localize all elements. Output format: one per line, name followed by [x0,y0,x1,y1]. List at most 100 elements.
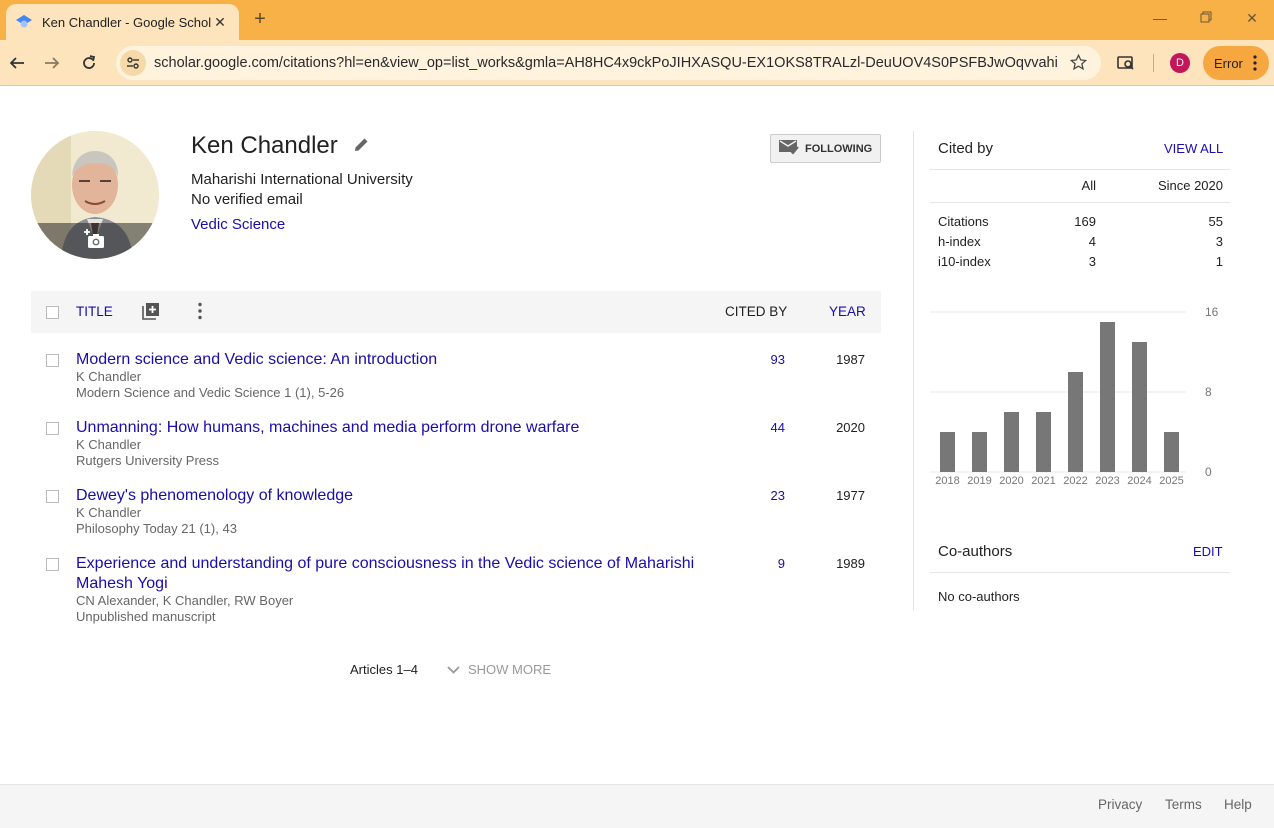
chart-y-tick-label: 16 [1205,305,1219,319]
profile-name: Ken Chandler [191,132,338,159]
close-window-icon[interactable]: ✕ [1242,10,1262,27]
sort-by-year[interactable]: YEAR [829,304,866,319]
chevron-down-icon [447,665,460,674]
article-year: 1977 [836,488,865,503]
coauthors-title: Co-authors [938,543,1013,560]
row-checkbox[interactable] [46,354,59,367]
row-checkbox[interactable] [46,422,59,435]
profile-interest-link[interactable]: Vedic Science [191,216,285,233]
profile-email: No verified email [191,191,303,208]
chart-bar-2022[interactable] [1068,372,1083,472]
edit-profile-pencil-icon[interactable] [354,137,369,157]
column-divider [913,131,914,611]
stats-col-all: All [1081,178,1096,193]
footer-help-link[interactable]: Help [1224,797,1252,812]
add-photo-camera-icon [84,229,106,254]
cited-by-count-link[interactable]: 93 [731,352,785,367]
chart-x-tick-label: 2022 [1063,475,1087,487]
divider [930,202,1230,203]
profile-avatar[interactable]: D [1170,53,1190,73]
stat-all-value: 4 [1088,234,1096,249]
following-button[interactable]: FOLLOWING [770,134,881,163]
page-footer: Privacy Terms Help [0,784,1274,828]
stat-since-value: 1 [1215,254,1223,269]
bookmark-star-icon[interactable] [1069,53,1088,76]
articles-count: Articles 1–4 [350,662,418,677]
footer-terms-link[interactable]: Terms [1165,797,1202,812]
row-checkbox[interactable] [46,490,59,503]
cited-by-count-link[interactable]: 9 [731,556,785,571]
profile-affiliation: Maharishi International University [191,171,413,188]
select-all-checkbox[interactable] [46,306,59,319]
url-text: scholar.google.com/citations?hl=en&view_… [154,55,1059,71]
coauthors-edit-link[interactable]: EDIT [1193,544,1223,559]
chart-y-tick-label: 8 [1205,385,1212,399]
chart-bar-2019[interactable] [972,432,987,472]
change-photo-overlay[interactable] [31,223,159,259]
article-venue: Unpublished manuscript [76,609,216,624]
restore-icon[interactable] [1196,10,1216,26]
article-title-link[interactable]: Modern science and Vedic science: An int… [76,350,716,370]
scholar-favicon-icon [16,14,32,30]
footer-privacy-link[interactable]: Privacy [1098,797,1142,812]
menu-dots-icon [1253,55,1257,74]
stat-since-value: 3 [1215,234,1223,249]
article-authors: K Chandler [76,437,142,452]
chart-bar-2024[interactable] [1132,342,1147,472]
view-all-link[interactable]: VIEW ALL [1164,141,1223,156]
citations-per-year-chart: 0 8 16 2018 2019 2020 2021 2022 2023 2024 2025 [930,305,1219,487]
row-checkbox[interactable] [46,558,59,571]
chart-x-tick-label: 2021 [1031,475,1055,487]
cited-by-count-link[interactable]: 23 [731,488,785,503]
error-button[interactable]: Error [1203,46,1269,80]
cited-by-header[interactable]: CITED BY [725,304,787,319]
toolbar-divider [1153,54,1154,72]
browser-tab[interactable]: Ken Chandler - Google Scholar ✕ [6,4,239,40]
chart-bar-2025[interactable] [1164,432,1179,472]
article-title-link[interactable]: Dewey's phenomenology of knowledge [76,486,716,506]
tab-close-icon[interactable]: ✕ [211,14,229,31]
chart-x-tick-label: 2020 [999,475,1023,487]
new-tab-icon[interactable]: + [250,8,270,31]
article-authors: K Chandler [76,505,142,520]
more-actions-icon[interactable] [198,302,202,325]
article-venue: Philosophy Today 21 (1), 43 [76,521,237,536]
stat-label: i10-index [938,254,991,269]
reload-icon[interactable] [78,52,100,74]
chart-bar-2018[interactable] [940,432,955,472]
back-icon[interactable] [6,52,28,74]
chart-y-tick-label: 0 [1205,465,1212,479]
chart-bar-2020[interactable] [1004,412,1019,472]
chart-x-tick-label: 2018 [935,475,959,487]
no-coauthors-text: No co-authors [938,589,1020,604]
divider [930,572,1230,573]
stats-col-since: Since 2020 [1157,178,1223,193]
forward-icon[interactable] [41,52,63,74]
cited-by-count-link[interactable]: 44 [731,420,785,435]
profile-photo[interactable] [31,131,159,259]
article-title-link[interactable]: Unmanning: How humans, machines and medi… [76,418,716,438]
chart-x-tick-label: 2019 [967,475,991,487]
chart-x-tick-label: 2024 [1127,475,1151,487]
site-info-icon[interactable] [120,50,146,76]
search-tabs-icon[interactable] [1117,54,1135,77]
chart-bar-2021[interactable] [1036,412,1051,472]
article-authors: K Chandler [76,369,142,384]
add-article-icon[interactable] [142,302,160,325]
stat-label: h-index [938,234,981,249]
show-more-button[interactable]: SHOW MORE [447,662,551,677]
browser-toolbar: scholar.google.com/citations?hl=en&view_… [0,40,1274,86]
stat-all-value: 169 [1074,214,1096,229]
cited-by-title: Cited by [938,140,994,157]
address-bar[interactable]: scholar.google.com/citations?hl=en&view_… [116,46,1101,80]
minimize-icon[interactable]: — [1150,10,1170,26]
article-venue: Modern Science and Vedic Science 1 (1), … [76,385,345,400]
chart-x-tick-label: 2023 [1095,475,1119,487]
error-label: Error [1214,55,1243,71]
sort-by-title[interactable]: TITLE [76,304,113,319]
chart-bar-2023[interactable] [1100,322,1115,472]
stat-label: Citations [938,214,989,229]
article-title-link[interactable]: Experience and understanding of pure con… [76,554,716,594]
stat-since-value: 55 [1208,214,1223,229]
tab-title: Ken Chandler - Google Scholar [42,14,211,30]
